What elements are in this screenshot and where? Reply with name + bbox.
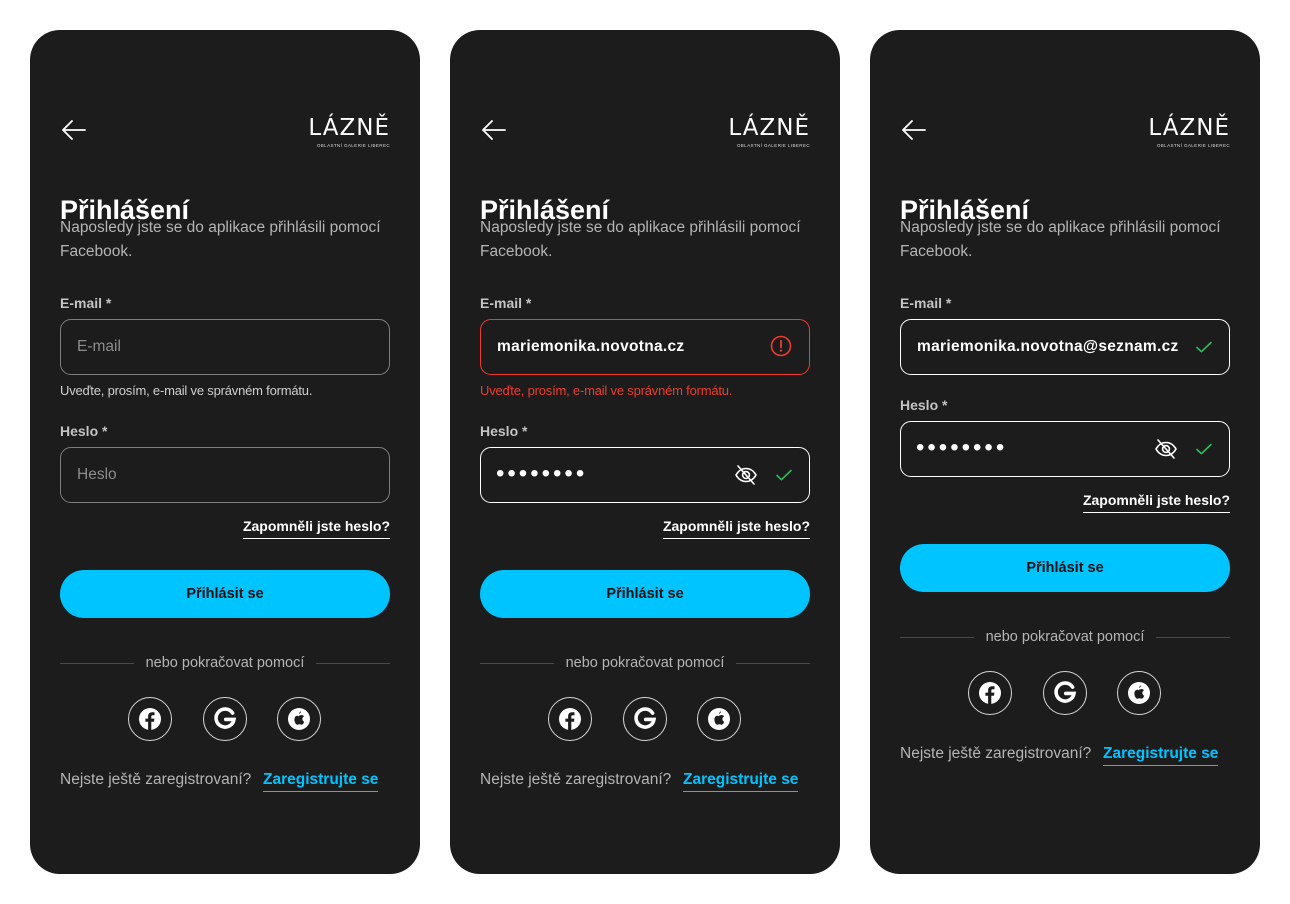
apple-login-button[interactable] bbox=[1117, 671, 1161, 715]
brand-logo: LÁZNĚ OBLASTNÍ GALERIE LIBEREC bbox=[728, 116, 810, 148]
logo-subtitle: OBLASTNÍ GALERIE LIBEREC bbox=[736, 143, 810, 148]
email-field[interactable]: mariemonika.novotna.cz bbox=[480, 319, 810, 375]
google-login-button[interactable] bbox=[1043, 671, 1087, 715]
last-login-note: Naposledy jste se do aplikace přihlásili… bbox=[900, 219, 1221, 260]
login-screen-error: LÁZNĚ OBLASTNÍ GALERIE LIBEREC Přihlášen… bbox=[450, 30, 840, 874]
back-arrow-icon[interactable] bbox=[480, 118, 508, 142]
google-icon bbox=[634, 707, 657, 729]
brand-logo: LÁZNĚ OBLASTNÍ GALERIE LIBEREC bbox=[1148, 116, 1230, 148]
email-value: mariemonika.novotna.cz bbox=[497, 338, 685, 355]
password-label: Heslo * bbox=[60, 423, 108, 439]
login-button[interactable]: Přihlásit se bbox=[60, 570, 390, 618]
eye-off-icon[interactable] bbox=[1154, 438, 1178, 460]
logo-wordmark: LÁZNĚ bbox=[1148, 115, 1230, 141]
email-field[interactable]: mariemonika.novotna@seznam.cz bbox=[900, 319, 1230, 375]
apple-icon bbox=[288, 708, 310, 730]
logo-subtitle: OBLASTNÍ GALERIE LIBEREC bbox=[316, 143, 390, 148]
login-screen-valid: LÁZNĚ OBLASTNÍ GALERIE LIBEREC Přihlášen… bbox=[870, 30, 1260, 874]
social-divider: nebo pokračovat pomocí bbox=[480, 653, 811, 673]
password-field[interactable]: Heslo bbox=[60, 447, 390, 503]
login-button[interactable]: Přihlásit se bbox=[480, 570, 810, 618]
divider-text: nebo pokračovat pomocí bbox=[985, 629, 1145, 645]
register-link[interactable]: Zaregistrujte se bbox=[1103, 745, 1219, 766]
eye-off-icon[interactable] bbox=[734, 464, 758, 486]
social-divider: nebo pokračovat pomocí bbox=[900, 627, 1231, 647]
facebook-login-button[interactable] bbox=[968, 671, 1012, 715]
facebook-icon bbox=[979, 682, 1001, 704]
login-button[interactable]: Přihlásit se bbox=[900, 544, 1230, 592]
logo-subtitle: OBLASTNÍ GALERIE LIBEREC bbox=[1156, 143, 1230, 148]
apple-login-button[interactable] bbox=[277, 697, 321, 741]
apple-icon bbox=[708, 708, 730, 730]
password-field[interactable]: •••••••• bbox=[480, 447, 810, 503]
password-label: Heslo * bbox=[480, 423, 528, 439]
email-label: E-mail * bbox=[60, 295, 112, 311]
back-arrow-icon[interactable] bbox=[900, 118, 928, 142]
facebook-login-button[interactable] bbox=[128, 697, 172, 741]
last-login-note: Naposledy jste se do aplikace přihlásili… bbox=[480, 219, 801, 260]
email-placeholder: E-mail bbox=[77, 338, 121, 355]
email-error-message: Uveďte, prosím, e-mail ve správném formá… bbox=[480, 383, 733, 398]
email-value: mariemonika.novotna@seznam.cz bbox=[917, 338, 1179, 355]
apple-login-button[interactable] bbox=[697, 697, 741, 741]
password-field[interactable]: •••••••• bbox=[900, 421, 1230, 477]
valid-checkmark-icon bbox=[1196, 443, 1212, 455]
error-icon bbox=[770, 335, 792, 357]
divider-text: nebo pokračovat pomocí bbox=[565, 655, 725, 671]
email-field[interactable]: E-mail bbox=[60, 319, 390, 375]
facebook-icon bbox=[559, 708, 581, 730]
facebook-login-button[interactable] bbox=[548, 697, 592, 741]
facebook-icon bbox=[139, 708, 161, 730]
password-value: •••••••• bbox=[496, 460, 588, 487]
forgot-password-link[interactable]: Zapomněli jste heslo? bbox=[1082, 492, 1230, 513]
register-link[interactable]: Zaregistrujte se bbox=[263, 771, 379, 792]
social-divider: nebo pokračovat pomocí bbox=[60, 653, 391, 673]
email-hint: Uveďte, prosím, e-mail ve správném formá… bbox=[60, 383, 313, 398]
email-label: E-mail * bbox=[480, 295, 532, 311]
valid-checkmark-icon bbox=[776, 469, 792, 481]
apple-icon bbox=[1128, 682, 1150, 704]
email-label: E-mail * bbox=[900, 295, 952, 311]
register-link[interactable]: Zaregistrujte se bbox=[683, 771, 799, 792]
password-label: Heslo * bbox=[900, 397, 948, 413]
password-value: •••••••• bbox=[916, 434, 1008, 461]
register-prompt: Nejste ještě zaregistrovaní? bbox=[60, 771, 252, 788]
valid-checkmark-icon bbox=[1196, 341, 1212, 353]
google-icon bbox=[1054, 681, 1077, 703]
google-login-button[interactable] bbox=[203, 697, 247, 741]
divider-text: nebo pokračovat pomocí bbox=[145, 655, 305, 671]
register-prompt: Nejste ještě zaregistrovaní? bbox=[480, 771, 672, 788]
google-login-button[interactable] bbox=[623, 697, 667, 741]
register-prompt: Nejste ještě zaregistrovaní? bbox=[900, 745, 1092, 762]
back-arrow-icon[interactable] bbox=[60, 118, 88, 142]
last-login-note: Naposledy jste se do aplikace přihlásili… bbox=[60, 219, 381, 260]
logo-wordmark: LÁZNĚ bbox=[728, 115, 810, 141]
forgot-password-link[interactable]: Zapomněli jste heslo? bbox=[242, 518, 390, 539]
google-icon bbox=[214, 707, 237, 729]
forgot-password-link[interactable]: Zapomněli jste heslo? bbox=[662, 518, 810, 539]
brand-logo: LÁZNĚ OBLASTNÍ GALERIE LIBEREC bbox=[308, 116, 390, 148]
password-placeholder: Heslo bbox=[77, 466, 117, 483]
login-screen-empty: LÁZNĚ OBLASTNÍ GALERIE LIBEREC Přihlášen… bbox=[30, 30, 420, 874]
logo-wordmark: LÁZNĚ bbox=[308, 115, 390, 141]
